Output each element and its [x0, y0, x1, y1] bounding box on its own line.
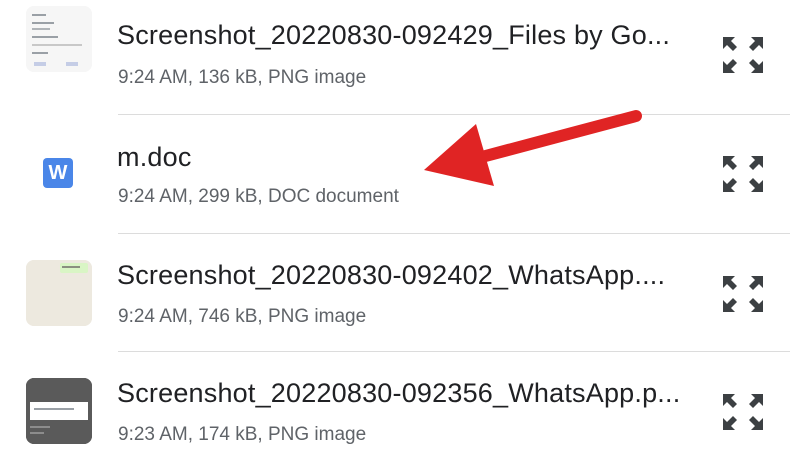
- divider: [118, 114, 790, 115]
- expand-icon[interactable]: [721, 154, 765, 194]
- file-meta: 9:24 AM, 299 kB, DOC document: [118, 186, 399, 207]
- file-thumbnail: [26, 260, 92, 326]
- expand-icon[interactable]: [721, 35, 765, 75]
- file-row[interactable]: Screenshot_20220830-092356_WhatsApp.p...…: [0, 354, 800, 472]
- word-doc-icon: W: [43, 158, 73, 188]
- file-name: Screenshot_20220830-092356_WhatsApp.p...: [117, 378, 681, 408]
- file-row[interactable]: W m.doc 9:24 AM, 299 kB, DOC document: [0, 118, 800, 236]
- divider: [118, 233, 790, 234]
- file-name: Screenshot_20220830-092429_Files by Go..…: [117, 20, 671, 50]
- file-row[interactable]: Screenshot_20220830-092402_WhatsApp.... …: [0, 236, 800, 354]
- expand-icon[interactable]: [721, 392, 765, 432]
- file-row[interactable]: Screenshot_20220830-092429_Files by Go..…: [0, 0, 800, 118]
- file-thumbnail: [26, 6, 92, 72]
- expand-icon[interactable]: [721, 274, 765, 314]
- file-name: Screenshot_20220830-092402_WhatsApp....: [117, 260, 666, 290]
- file-list: Screenshot_20220830-092429_Files by Go..…: [0, 0, 800, 461]
- file-meta: 9:24 AM, 136 kB, PNG image: [118, 67, 367, 88]
- file-thumbnail: [26, 378, 92, 444]
- divider: [118, 351, 790, 352]
- file-meta: 9:23 AM, 174 kB, PNG image: [118, 424, 367, 445]
- file-meta: 9:24 AM, 746 kB, PNG image: [118, 306, 367, 327]
- file-name: m.doc: [117, 142, 192, 172]
